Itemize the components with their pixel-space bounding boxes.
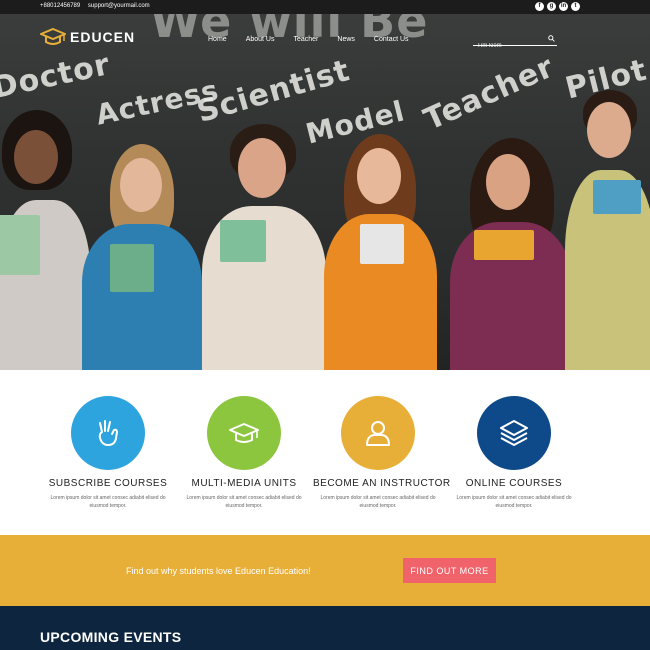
upcoming-events-section: UPCOMING EVENTS xyxy=(0,606,650,650)
feature-description: Lorem ipsum dolor sit amet consec adiabi… xyxy=(186,495,302,509)
nav-teacher[interactable]: Teacher xyxy=(293,36,318,43)
feature-description: Lorem ipsum dolor sit amet consec adiabi… xyxy=(320,495,436,509)
feature-title: ONLINE COURSES xyxy=(465,478,563,489)
feature-icon-circle xyxy=(207,396,281,470)
feature-become-an-instructor[interactable]: BECOME AN INSTRUCTOR Lorem ipsum dolor s… xyxy=(313,396,451,510)
search-icon[interactable] xyxy=(548,35,555,42)
feature-description: Lorem ipsum dolor sit amet consec adiabi… xyxy=(50,495,166,509)
feature-multi-media-units[interactable]: MULTI-MEDIA UNITS Lorem ipsum dolor sit … xyxy=(179,396,309,510)
feature-title: SUBSCRIBE COURSES xyxy=(48,478,168,489)
main-nav: Home About Us Teacher News Contact Us xyxy=(208,36,428,43)
feature-title: BECOME AN INSTRUCTOR xyxy=(313,478,451,489)
contact-info: +88012456789 support@yourmail.com xyxy=(40,3,156,9)
feature-online-courses[interactable]: ONLINE COURSES Lorem ipsum dolor sit ame… xyxy=(449,396,579,510)
find-out-more-button[interactable]: FIND OUT MORE xyxy=(403,558,496,583)
facebook-icon[interactable]: f xyxy=(535,2,544,11)
layers-icon xyxy=(500,420,528,446)
nav-contact-us[interactable]: Contact Us xyxy=(374,36,409,43)
feature-title: MULTI-MEDIA UNITS xyxy=(191,478,297,489)
social-links: f g in t xyxy=(535,2,580,11)
student-photo xyxy=(450,138,574,370)
site-header: EDUCEN Home About Us Teacher News Contac… xyxy=(0,14,650,64)
nav-home[interactable]: Home xyxy=(208,36,227,43)
student-photo xyxy=(82,144,204,370)
nav-news[interactable]: News xyxy=(337,36,355,43)
logo-text: EDUCEN xyxy=(70,29,136,45)
hero-banner: We will Be Doctor Actress Scientist Mode… xyxy=(0,14,650,370)
feature-subscribe-courses[interactable]: SUBSCRIBE COURSES Lorem ipsum dolor sit … xyxy=(43,396,173,510)
feature-icon-circle xyxy=(341,396,415,470)
student-photo xyxy=(565,90,650,370)
search-input[interactable] xyxy=(473,41,543,51)
site-logo[interactable]: EDUCEN xyxy=(40,26,135,48)
feature-description: Lorem ipsum dolor sit amet consec adiabi… xyxy=(456,495,572,509)
graduation-cap-icon xyxy=(229,423,259,443)
cta-text: Find out why students love Educen Educat… xyxy=(126,566,311,576)
linkedin-icon[interactable]: in xyxy=(559,2,568,11)
top-bar: +88012456789 support@yourmail.com f g in… xyxy=(0,0,650,14)
feature-icon-circle xyxy=(71,396,145,470)
graduation-cap-icon xyxy=(40,27,66,45)
student-photo xyxy=(0,110,92,370)
google-plus-icon[interactable]: g xyxy=(547,2,556,11)
phone-number[interactable]: +88012456789 xyxy=(40,3,80,9)
section-title: UPCOMING EVENTS xyxy=(40,629,182,645)
twitter-icon[interactable]: t xyxy=(571,2,580,11)
cta-band: Find out why students love Educen Educat… xyxy=(0,535,650,606)
email-address[interactable]: support@yourmail.com xyxy=(88,3,150,9)
features-section: SUBSCRIBE COURSES Lorem ipsum dolor sit … xyxy=(0,370,650,535)
nav-about-us[interactable]: About Us xyxy=(246,36,275,43)
hand-icon xyxy=(98,420,118,446)
student-photo xyxy=(324,134,439,370)
student-photo xyxy=(200,124,328,370)
feature-icon-circle xyxy=(477,396,551,470)
user-icon xyxy=(366,421,390,446)
search-box xyxy=(473,34,557,51)
